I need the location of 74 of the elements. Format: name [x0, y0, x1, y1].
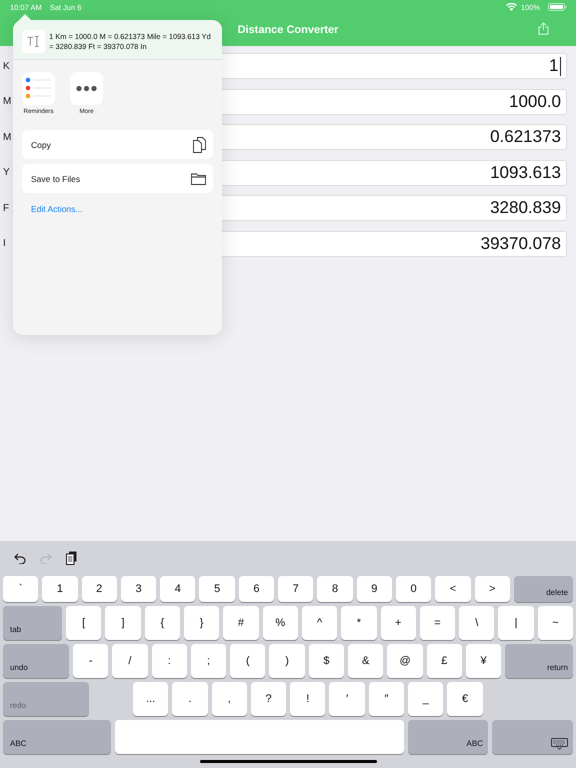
- key[interactable]: 7: [278, 576, 314, 602]
- key[interactable]: {: [144, 606, 180, 640]
- field-label: M: [3, 132, 12, 142]
- field-label: K: [3, 60, 11, 72]
- nav-title: Distance Converter: [238, 24, 338, 36]
- field-label: M: [3, 96, 12, 107]
- key[interactable]: ...: [133, 682, 168, 716]
- undo-icon[interactable]: [14, 552, 26, 564]
- key[interactable]: =: [420, 606, 456, 640]
- undo-key[interactable]: undo: [3, 644, 69, 678]
- action-label: Save to Files: [31, 174, 80, 184]
- key[interactable]: `: [3, 576, 38, 602]
- abc-key[interactable]: ABC: [408, 720, 488, 754]
- action-row[interactable]: Copy: [22, 130, 213, 159]
- field-label: Y: [3, 167, 11, 178]
- action-row[interactable]: Save to Files: [22, 164, 213, 193]
- key[interactable]: }: [184, 606, 220, 640]
- more-icon[interactable]: [70, 72, 103, 105]
- key[interactable]: ?: [250, 682, 286, 716]
- key[interactable]: ′: [329, 682, 365, 716]
- key[interactable]: ″: [368, 682, 404, 716]
- abc-key[interactable]: ABC: [3, 720, 111, 754]
- key[interactable]: +: [380, 606, 416, 640]
- keyboard-icon: [551, 738, 568, 750]
- field-label: F: [3, 202, 10, 214]
- key[interactable]: \: [459, 606, 494, 640]
- key[interactable]: 2: [82, 576, 117, 602]
- tab-key[interactable]: tab: [3, 606, 62, 640]
- key[interactable]: ]: [105, 606, 141, 640]
- key[interactable]: ;: [190, 644, 226, 678]
- key[interactable]: 8: [317, 576, 353, 602]
- key[interactable]: £: [426, 644, 462, 678]
- key[interactable]: $: [308, 644, 344, 678]
- hide-keyboard-key[interactable]: [492, 720, 573, 754]
- key[interactable]: ): [269, 644, 305, 678]
- key[interactable]: <: [435, 576, 471, 602]
- key[interactable]: -: [73, 644, 108, 678]
- key[interactable]: _: [408, 682, 444, 716]
- key[interactable]: 4: [160, 576, 196, 602]
- key[interactable]: %: [262, 606, 298, 640]
- key[interactable]: &: [348, 644, 384, 678]
- key[interactable]: !: [290, 682, 326, 716]
- key[interactable]: 0: [396, 576, 432, 602]
- key[interactable]: #: [223, 606, 259, 640]
- key[interactable]: €: [447, 682, 483, 716]
- key[interactable]: ^: [302, 606, 338, 640]
- clipboard-icon[interactable]: [66, 551, 77, 565]
- key[interactable]: /: [112, 644, 148, 678]
- key[interactable]: ¥: [466, 644, 502, 678]
- folder-icon: [191, 172, 206, 184]
- field-label: I: [3, 238, 7, 249]
- delete-key[interactable]: delete: [514, 576, 573, 602]
- action-label: Copy: [31, 140, 51, 150]
- key[interactable]: (: [230, 644, 266, 678]
- return-key[interactable]: return: [505, 644, 573, 678]
- key[interactable]: ~: [538, 606, 574, 640]
- key[interactable]: @: [387, 644, 423, 678]
- battery-icon: [548, 3, 567, 11]
- key[interactable]: ,: [212, 682, 247, 716]
- documents-icon: [193, 136, 206, 152]
- key[interactable]: *: [341, 606, 376, 640]
- key[interactable]: 6: [238, 576, 274, 602]
- wifi-icon: [506, 3, 517, 11]
- key[interactable]: >: [474, 576, 510, 602]
- key[interactable]: :: [152, 644, 187, 678]
- key[interactable]: |: [498, 606, 534, 640]
- key[interactable]: 9: [356, 576, 392, 602]
- text-icon: [22, 29, 46, 54]
- key[interactable]: 1: [42, 576, 78, 602]
- key[interactable]: .: [172, 682, 208, 716]
- list-app-icon[interactable]: [22, 72, 55, 105]
- key[interactable]: 3: [120, 576, 156, 602]
- key[interactable]: 5: [199, 576, 235, 602]
- key[interactable]: [: [66, 606, 102, 640]
